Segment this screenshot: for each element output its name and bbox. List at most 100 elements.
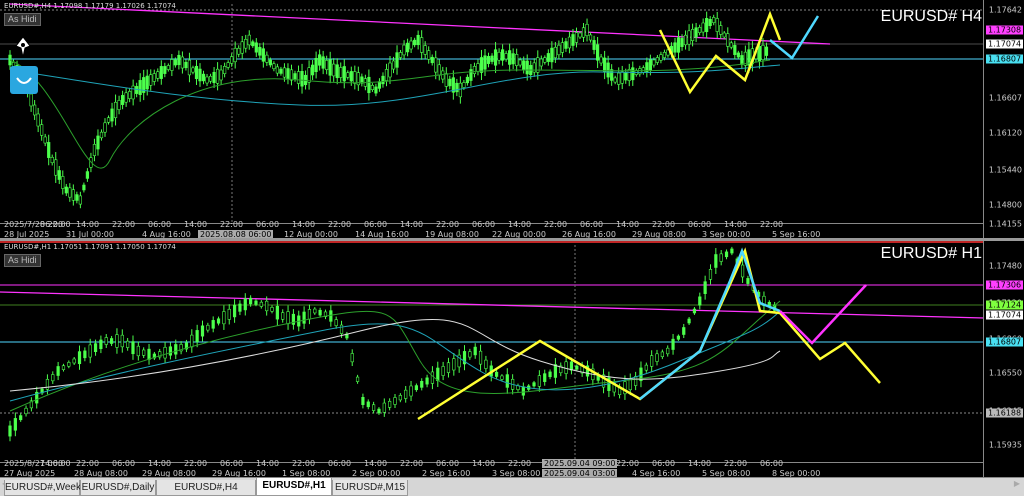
h4-symbol-label: EURUSD# H4 bbox=[880, 8, 982, 25]
h4-time-tick: 22:00 bbox=[544, 220, 568, 229]
h4-candle-body bbox=[539, 58, 543, 67]
h1-as-hidden-button[interactable]: As Hidi bbox=[4, 254, 41, 267]
h4-price-chart[interactable] bbox=[0, 0, 984, 224]
h1-time-axis[interactable]: 2025/8/27 06:00 14:00 22:00 06:00 14:00 22:00… bbox=[0, 459, 984, 478]
h1-candle-body bbox=[372, 404, 376, 411]
h1-candle-body bbox=[537, 375, 541, 387]
h4-candle-body bbox=[592, 40, 596, 50]
h4-candle-body bbox=[261, 48, 265, 62]
h4-candle-body bbox=[715, 18, 719, 32]
h4-candle-body bbox=[370, 84, 375, 91]
tab-scroll-right-icon[interactable]: ▶ bbox=[1014, 479, 1020, 488]
h1-chart-pane[interactable]: EURUSD#,H1 1.17051 1.17091 1.17050 1.170… bbox=[0, 241, 1024, 478]
h1-candle-body bbox=[270, 307, 274, 312]
h4-candle-body bbox=[690, 29, 695, 41]
h4-candle-body bbox=[606, 62, 610, 78]
h1-candle-body bbox=[575, 365, 579, 370]
h4-time-tick: 22:00 bbox=[652, 220, 676, 229]
tab-eurusd-h4[interactable]: EURUSD#,H4 bbox=[156, 480, 256, 496]
h4-candle-body bbox=[282, 67, 287, 78]
h4-candle-body bbox=[409, 40, 413, 50]
h1-price-chart[interactable] bbox=[0, 241, 984, 463]
h4-candle-body bbox=[599, 56, 603, 64]
h4-candle-body bbox=[335, 64, 339, 79]
h4-candle-body bbox=[617, 72, 621, 85]
h4-candle-body bbox=[237, 47, 241, 55]
pen-icon[interactable] bbox=[14, 36, 32, 58]
h4-price-marker: 1.17308 bbox=[986, 25, 1024, 35]
h4-candle-body bbox=[78, 195, 82, 205]
h4-candle-body bbox=[113, 101, 118, 119]
h1-candle-body bbox=[441, 366, 445, 376]
h4-time-axis[interactable]: 2025/7/28 22:00 06:00 14:00 22:00 06:00 14:00… bbox=[0, 220, 984, 239]
h4-candle-body bbox=[106, 117, 111, 123]
h4-candle-body bbox=[420, 37, 424, 53]
h4-candle-body bbox=[240, 41, 244, 54]
h4-price-scale[interactable]: 1.17642 1.17308 1.17074 1.16807 1.16607 1.161… bbox=[983, 0, 1024, 238]
tab-eurusd-h1[interactable]: EURUSD#,H1 bbox=[256, 478, 332, 496]
h1-candle-body bbox=[243, 298, 247, 311]
h4-candle-body bbox=[550, 47, 554, 63]
h4-price-marker: 1.16807 bbox=[986, 54, 1024, 64]
smile-icon[interactable] bbox=[10, 66, 38, 94]
h4-as-hidden-button[interactable]: As Hidi bbox=[4, 13, 41, 26]
h4-candle-body bbox=[515, 54, 519, 66]
h4-candle-body bbox=[57, 170, 61, 180]
h1-candle-body bbox=[708, 269, 713, 280]
h1-candle-body bbox=[56, 366, 60, 376]
h4-candle-body bbox=[310, 64, 315, 76]
h4-candle-body bbox=[557, 44, 561, 56]
h1-candle-body bbox=[109, 338, 114, 344]
h4-candle-body bbox=[479, 57, 484, 73]
h1-candle-body bbox=[355, 376, 360, 382]
h1-candle-body bbox=[329, 310, 333, 322]
h1-candle-body bbox=[724, 251, 729, 258]
h1-candle-body bbox=[51, 374, 55, 382]
h4-candle-body bbox=[388, 62, 392, 78]
h1-candle-body bbox=[420, 380, 424, 388]
h1-candle-body bbox=[382, 402, 386, 413]
h4-candle-body bbox=[585, 23, 589, 37]
h4-candle-body bbox=[156, 71, 160, 79]
h4-candle-body bbox=[458, 82, 462, 98]
h1-candle-body bbox=[136, 345, 140, 357]
h1-candle-body bbox=[564, 361, 568, 374]
h4-candle-body bbox=[504, 53, 508, 60]
h4-price-tick: 1.16607 bbox=[988, 93, 1022, 103]
h4-candle-body bbox=[413, 39, 417, 46]
h4-candle-body bbox=[184, 61, 188, 69]
h4-price-tick: 1.14155 bbox=[988, 219, 1022, 229]
h1-price-marker: 1.17074 bbox=[986, 310, 1024, 320]
h1-candle-body bbox=[660, 351, 664, 358]
h1-candle-body bbox=[746, 278, 750, 284]
h4-candle-body bbox=[595, 44, 600, 61]
h4-price-tick: 1.16120 bbox=[988, 128, 1022, 138]
h1-candle-body bbox=[500, 375, 504, 380]
h4-candle-body bbox=[265, 54, 269, 63]
h1-candle-body bbox=[468, 351, 472, 358]
h4-candle-body bbox=[215, 68, 220, 84]
h4-candle-body bbox=[402, 44, 406, 56]
h4-price-tick: 1.14800 bbox=[988, 200, 1022, 210]
h1-price-scale[interactable]: 1.174801.173061.171201.168601.165501.162… bbox=[983, 241, 1024, 477]
h1-candle-body bbox=[131, 341, 135, 355]
h4-chart-pane[interactable]: EURUSD#,H4 1.17098 1.17179 1.17026 1.170… bbox=[0, 0, 1024, 239]
tab-eurusd-daily[interactable]: EURUSD#,Daily bbox=[80, 480, 156, 496]
h4-candle-body bbox=[353, 71, 357, 84]
h4-time-tick: 14:00 bbox=[76, 220, 100, 229]
tab-eurusd-m15[interactable]: EURUSD#,M15 bbox=[332, 480, 408, 496]
h4-candle-body bbox=[497, 51, 501, 61]
h4-candle-body bbox=[346, 72, 350, 78]
h4-candle-body bbox=[85, 171, 90, 179]
h4-candle-body bbox=[152, 73, 156, 82]
h4-candle-body bbox=[493, 49, 498, 66]
h1-candle-body bbox=[222, 311, 226, 325]
h1-candle-body bbox=[206, 324, 210, 331]
h4-ohlc-header: EURUSD#,H4 1.17098 1.17179 1.17026 1.170… bbox=[4, 2, 176, 10]
tab-eurusd-weekly[interactable]: EURUSD#,Weekly bbox=[4, 480, 88, 496]
h4-candle-body bbox=[574, 32, 579, 43]
h1-candle-body bbox=[265, 300, 269, 312]
h1-candle-body bbox=[163, 346, 167, 359]
h1-candle-body bbox=[77, 351, 82, 365]
h1-candle-body bbox=[682, 327, 686, 335]
